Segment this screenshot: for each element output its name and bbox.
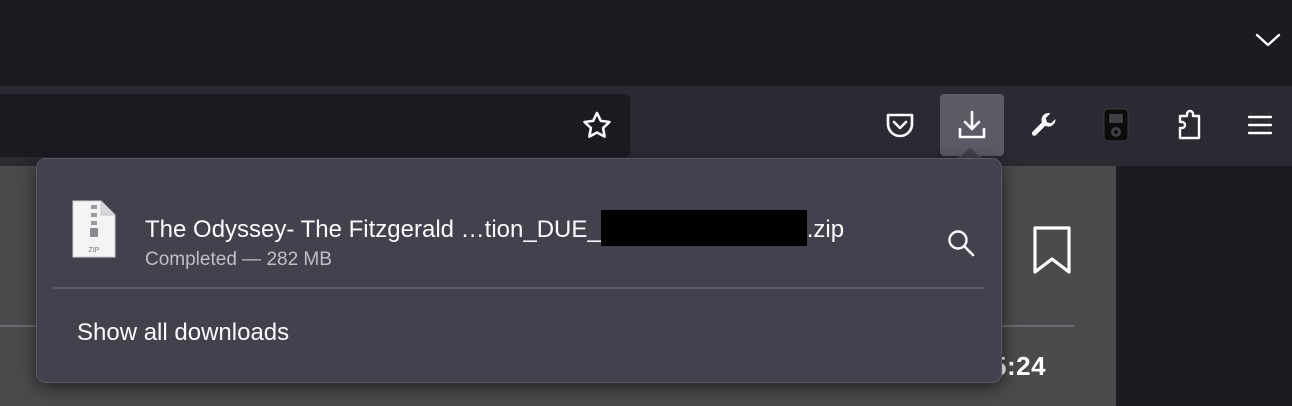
hamburger-menu-icon — [1247, 115, 1273, 135]
extensions-icon — [1178, 109, 1201, 140]
file-type-label: ZIP — [89, 247, 100, 254]
download-file-name: The Odyssey- The Fitzgerald …tion_DUE_ .z… — [145, 210, 844, 246]
media-player-extension-button[interactable] — [1084, 94, 1148, 156]
navigation-toolbar — [0, 86, 1292, 166]
show-in-folder-button[interactable] — [937, 219, 985, 267]
zip-file-icon: ZIP — [72, 200, 116, 258]
show-all-downloads-label: Show all downloads — [77, 319, 290, 346]
downloads-panel: ZIP The Odyssey- The Fitzgerald …tion_DU… — [36, 158, 1002, 383]
music-player-icon — [1103, 108, 1129, 142]
redacted-text — [600, 210, 807, 246]
download-status: Completed — 282 MB — [145, 249, 332, 270]
file-name-start: The Odyssey- The Fitzgerald …tion_DUE_ — [145, 216, 601, 243]
page-content-sidebar — [1116, 166, 1292, 406]
developer-tools-button[interactable] — [1012, 94, 1076, 156]
tab-strip — [0, 0, 1292, 86]
extensions-button[interactable] — [1156, 94, 1220, 156]
wrench-icon — [1031, 112, 1056, 136]
save-to-pocket-button[interactable] — [868, 94, 932, 156]
application-menu-button[interactable] — [1228, 94, 1292, 156]
bookmark-page-button[interactable] — [574, 104, 620, 148]
show-all-downloads-button[interactable]: Show all downloads — [53, 299, 987, 365]
bookmark-icon[interactable] — [1028, 224, 1076, 276]
list-all-tabs-button[interactable] — [1250, 24, 1286, 56]
download-item[interactable]: ZIP The Odyssey- The Fitzgerald …tion_DU… — [53, 173, 987, 283]
chevron-down-icon — [1255, 33, 1281, 47]
address-bar[interactable] — [0, 94, 630, 157]
pocket-icon — [886, 113, 914, 138]
file-name-end: .zip — [806, 216, 845, 243]
star-icon — [583, 111, 611, 138]
panel-divider — [53, 287, 985, 289]
downloads-button[interactable] — [940, 94, 1004, 156]
download-icon — [958, 110, 986, 139]
search-icon — [948, 230, 975, 257]
